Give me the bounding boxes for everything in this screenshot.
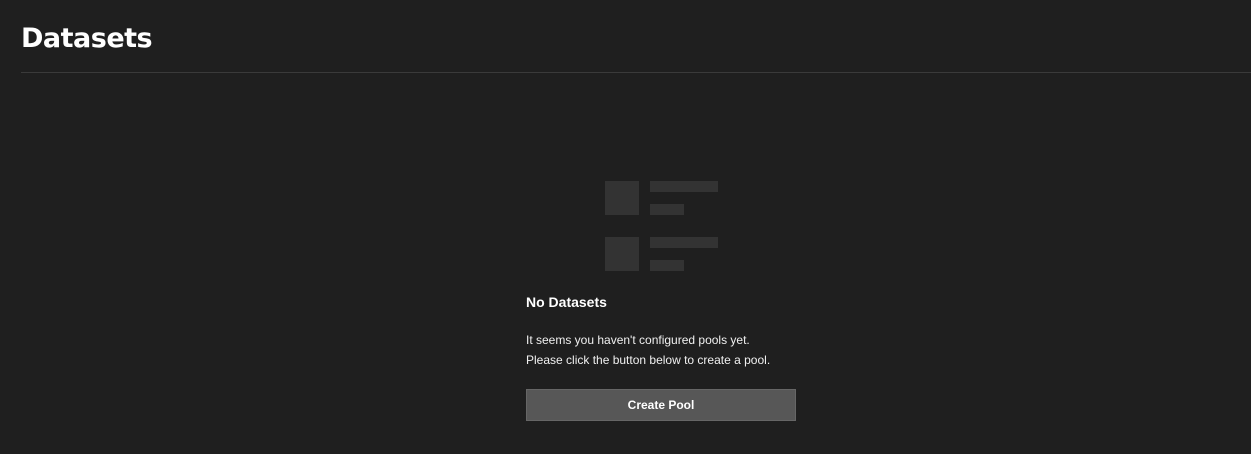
page-title: Datasets	[21, 23, 153, 54]
datasets-page: Datasets No Datasets It seems you haven'…	[0, 0, 1251, 454]
empty-list-icon	[605, 181, 718, 272]
create-pool-button[interactable]: Create Pool	[526, 389, 796, 421]
placeholder-bar	[650, 237, 718, 248]
placeholder-square	[605, 181, 639, 215]
empty-state-message-line: Please click the button below to create …	[526, 353, 771, 367]
header-divider	[21, 72, 1251, 73]
empty-state-message: It seems you haven't configured pools ye…	[526, 330, 770, 370]
placeholder-bar	[650, 260, 684, 271]
placeholder-bar	[650, 181, 718, 192]
empty-state-message-line: It seems you haven't configured pools ye…	[526, 333, 750, 347]
empty-state: No Datasets It seems you haven't configu…	[526, 292, 797, 421]
placeholder-square	[605, 237, 639, 271]
empty-state-title: No Datasets	[526, 294, 607, 310]
placeholder-bar	[650, 204, 684, 215]
